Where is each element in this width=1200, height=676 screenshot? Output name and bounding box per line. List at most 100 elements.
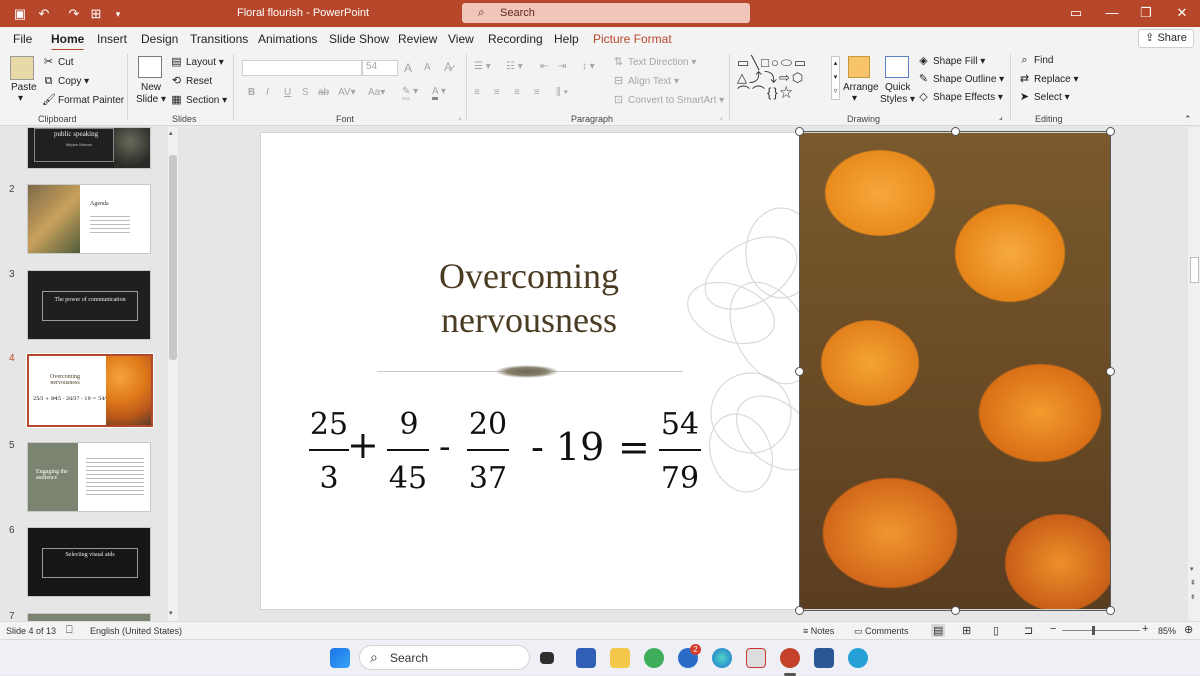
paste-dropdown-icon[interactable]: ▾ [18, 93, 23, 104]
shapes-gallery[interactable]: ▭╲□○⬭▭ △⤴⤵⇨⬡ ⌒⌒{}☆ [737, 55, 829, 103]
slide-thumbnail-selected[interactable]: Overcoming nervousness 25⁄3 + 9⁄45 - 20⁄… [26, 353, 154, 428]
quick-styles-dropdown[interactable]: Styles ▾ [880, 94, 915, 105]
align-left-icon[interactable]: ≡ [474, 87, 480, 98]
thumbnail-scrollbar[interactable]: ▴ ▾ [168, 127, 178, 621]
ribbon-display-icon[interactable]: ▭ [1066, 5, 1086, 21]
select-button[interactable]: ➤ Select ▾ [1018, 91, 1070, 104]
shapes-gallery-scroll[interactable]: ▴ ▾ ▿ [831, 56, 840, 100]
section-button[interactable]: ▦ Section ▾ [170, 94, 227, 107]
grow-font-icon[interactable]: A [404, 61, 412, 75]
app-icon[interactable] [848, 648, 868, 668]
edge-icon[interactable] [712, 648, 732, 668]
normal-view-icon[interactable]: ▤ [931, 624, 946, 637]
slideshow-icon[interactable]: ⊐ [1024, 624, 1033, 637]
maximize-button[interactable]: ❐ [1136, 5, 1156, 21]
change-case-button[interactable]: Aa▾ [368, 87, 385, 98]
minimize-button[interactable]: — [1102, 5, 1122, 20]
zoom-level[interactable]: 85% [1158, 626, 1176, 636]
arrange-button[interactable]: Arrange [843, 82, 879, 93]
tab-help[interactable]: Help [554, 32, 579, 46]
zoom-slider[interactable] [1062, 630, 1140, 631]
bullets-icon[interactable]: ☰ ▾ [474, 61, 491, 72]
tab-home[interactable]: Home [51, 32, 85, 52]
slide-title[interactable]: Overcoming nervousness [381, 254, 677, 342]
next-slide-icon[interactable]: ⇟ [1190, 593, 1196, 601]
drawing-dialog-icon[interactable]: ⌟ [999, 112, 1003, 121]
tab-recording[interactable]: Recording [488, 32, 543, 46]
tab-insert[interactable]: Insert [97, 32, 127, 46]
format-painter-button[interactable]: 🖌 Format Painter [42, 94, 124, 107]
scroll-up-icon[interactable]: ▴ [169, 129, 173, 137]
slide-thumbnail[interactable]: Engaging the audience [27, 442, 151, 512]
quick-styles-button[interactable]: Quick [885, 82, 911, 93]
slide-thumbnail[interactable]: public speaking Mirjam Nilsson [27, 127, 151, 169]
slide-thumbnail[interactable]: Agenda [27, 184, 151, 254]
taskbar-search[interactable]: ⌕ Search [359, 645, 530, 670]
task-view-icon[interactable] [540, 652, 554, 664]
font-name-input[interactable] [242, 60, 362, 76]
scrollbar-thumb[interactable] [1190, 257, 1199, 283]
shape-effects-button[interactable]: ◇ Shape Effects ▾ [917, 91, 1003, 104]
share-button[interactable]: ⇪ Share [1138, 29, 1194, 48]
tab-file[interactable]: File [13, 32, 32, 46]
paragraph-dialog-icon[interactable]: ⌟ [719, 112, 723, 121]
collapse-ribbon-icon[interactable]: ⌃ [1184, 114, 1192, 125]
present-icon[interactable]: ⊞ [88, 6, 104, 22]
slide-thumbnail[interactable] [27, 613, 151, 621]
resize-handle[interactable] [1106, 127, 1115, 136]
font-size-input[interactable]: 54 [362, 60, 398, 76]
new-slide-dropdown[interactable]: Slide ▾ [136, 94, 166, 105]
language-indicator[interactable]: English (United States) [90, 626, 182, 636]
align-right-icon[interactable]: ≡ [514, 87, 520, 98]
clear-formatting-icon[interactable]: A̷ [444, 60, 452, 74]
undo-icon[interactable]: ↶ [36, 6, 52, 22]
arrange-dropdown-icon[interactable]: ▾ [852, 93, 857, 104]
resize-handle[interactable] [1106, 606, 1115, 615]
close-button[interactable]: ✕ [1172, 5, 1192, 21]
decrease-indent-icon[interactable]: ⇤ [540, 61, 548, 72]
picture-selection-frame[interactable] [799, 131, 1111, 611]
resize-handle[interactable] [1106, 367, 1115, 376]
text-direction-button[interactable]: ⇅ Text Direction ▾ [612, 56, 697, 69]
previous-slide-icon[interactable]: ⇞ [1190, 579, 1196, 587]
numbering-icon[interactable]: ☷ ▾ [506, 61, 523, 72]
resize-handle[interactable] [951, 606, 960, 615]
redo-icon[interactable]: ↷ [66, 6, 82, 22]
app-icon[interactable] [746, 648, 766, 668]
shrink-font-icon[interactable]: A [424, 62, 431, 73]
tab-animations[interactable]: Animations [258, 32, 317, 46]
font-dialog-icon[interactable]: ⌟ [458, 112, 462, 121]
increase-indent-icon[interactable]: ⇥ [558, 61, 566, 72]
app-icon[interactable] [644, 648, 664, 668]
copy-button[interactable]: ⧉ Copy ▾ [42, 75, 90, 88]
cut-button[interactable]: ✂ Cut [42, 56, 74, 69]
resize-handle[interactable] [795, 127, 804, 136]
columns-icon[interactable]: ⫼ ▾ [556, 87, 568, 98]
notes-button[interactable]: ≡ Notes [803, 626, 834, 636]
fit-to-window-icon[interactable]: ⊕ [1184, 623, 1193, 636]
bold-button[interactable]: B [248, 87, 255, 98]
convert-smartart-button[interactable]: ⊡ Convert to SmartArt ▾ [612, 94, 724, 107]
word-icon[interactable] [814, 648, 834, 668]
underline-button[interactable]: U [284, 87, 291, 98]
search-box[interactable]: ⌕ Search [462, 3, 750, 23]
align-center-icon[interactable]: ≡ [494, 87, 500, 98]
strikethrough-button[interactable]: ab [318, 87, 329, 98]
tab-design[interactable]: Design [141, 32, 178, 46]
scroll-down-icon[interactable]: ▾ [1190, 565, 1194, 573]
tab-transitions[interactable]: Transitions [190, 32, 248, 46]
slide-sorter-icon[interactable]: ⊞ [962, 624, 971, 637]
highlight-color-button[interactable]: ✎ ▾ [402, 86, 418, 100]
slide-thumbnail[interactable]: Selecting visual aids [27, 527, 151, 597]
replace-button[interactable]: ⇄ Replace ▾ [1018, 73, 1079, 86]
powerpoint-icon[interactable] [780, 648, 800, 668]
shadow-button[interactable]: S [302, 87, 309, 98]
tab-view[interactable]: View [448, 32, 474, 46]
customize-toolbar-icon[interactable]: ▾ [110, 6, 126, 22]
zoom-out-icon[interactable]: − [1050, 623, 1056, 635]
app-icon[interactable] [576, 648, 596, 668]
resize-handle[interactable] [951, 127, 960, 136]
save-icon[interactable]: ▣ [12, 6, 28, 22]
file-explorer-icon[interactable] [610, 648, 630, 668]
scroll-down-icon[interactable]: ▾ [169, 609, 173, 617]
